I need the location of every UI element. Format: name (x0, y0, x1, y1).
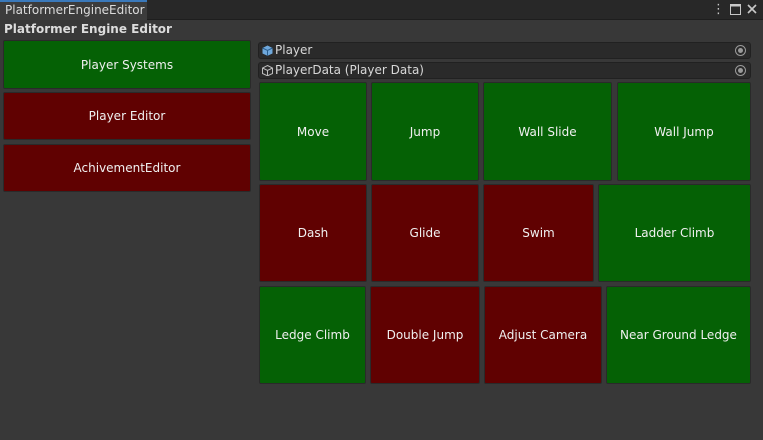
system-label: Wall Jump (654, 124, 714, 139)
system-jump-button[interactable]: Jump (371, 82, 479, 181)
window-tab[interactable]: PlatformerEngineEditor (0, 0, 147, 20)
player-editor-button[interactable]: Player Editor (3, 92, 251, 140)
system-dash-button[interactable]: Dash (259, 184, 367, 282)
system-label: Double Jump (386, 328, 464, 342)
system-label: Dash (297, 226, 329, 240)
player-data-field-value: PlayerData (Player Data) (275, 63, 424, 77)
object-picker-icon[interactable] (735, 45, 746, 56)
system-wall-slide-button[interactable]: Wall Slide (483, 82, 612, 181)
system-label: Move (296, 124, 330, 139)
system-label: Ladder Climb (634, 226, 715, 240)
kebab-menu-icon[interactable]: ⋮ (712, 2, 725, 17)
maximize-icon[interactable] (729, 2, 742, 17)
system-move-button[interactable]: Move (259, 82, 367, 181)
achivement-editor-button[interactable]: AchivementEditor (3, 144, 251, 192)
system-near-ground-ledge-button[interactable]: Near Ground Ledge (606, 286, 751, 384)
system-ledge-climb-button[interactable]: Ledge Climb (259, 286, 366, 384)
system-label: Glide (409, 226, 441, 240)
system-glide-button[interactable]: Glide (371, 184, 479, 282)
system-label: Wall Slide (518, 124, 577, 139)
scriptable-object-icon (262, 65, 273, 76)
system-ladder-climb-button[interactable]: Ladder Climb (598, 184, 751, 282)
player-data-object-field[interactable]: PlayerData (Player Data) (258, 62, 751, 79)
gameobject-cube-icon (262, 45, 273, 56)
player-object-field[interactable]: Player (258, 42, 751, 59)
close-icon[interactable] (745, 2, 758, 17)
achivement-editor-label: AchivementEditor (73, 161, 181, 175)
window-title: Platformer Engine Editor (4, 22, 172, 36)
system-label: Ledge Climb (275, 328, 350, 342)
player-systems-button[interactable]: Player Systems (3, 40, 251, 89)
system-label: Near Ground Ledge (620, 328, 737, 342)
player-editor-label: Player Editor (88, 109, 166, 123)
player-field-value: Player (275, 43, 313, 57)
player-systems-label: Player Systems (80, 57, 174, 72)
system-label: Adjust Camera (498, 328, 588, 342)
system-label: Swim (522, 226, 555, 240)
system-adjust-camera-button[interactable]: Adjust Camera (484, 286, 602, 384)
system-wall-jump-button[interactable]: Wall Jump (617, 82, 751, 181)
tab-bar: PlatformerEngineEditor ⋮ (0, 0, 763, 20)
system-swim-button[interactable]: Swim (483, 184, 594, 282)
system-label: Jump (409, 124, 441, 139)
system-double-jump-button[interactable]: Double Jump (370, 286, 480, 384)
object-picker-icon[interactable] (735, 65, 746, 76)
